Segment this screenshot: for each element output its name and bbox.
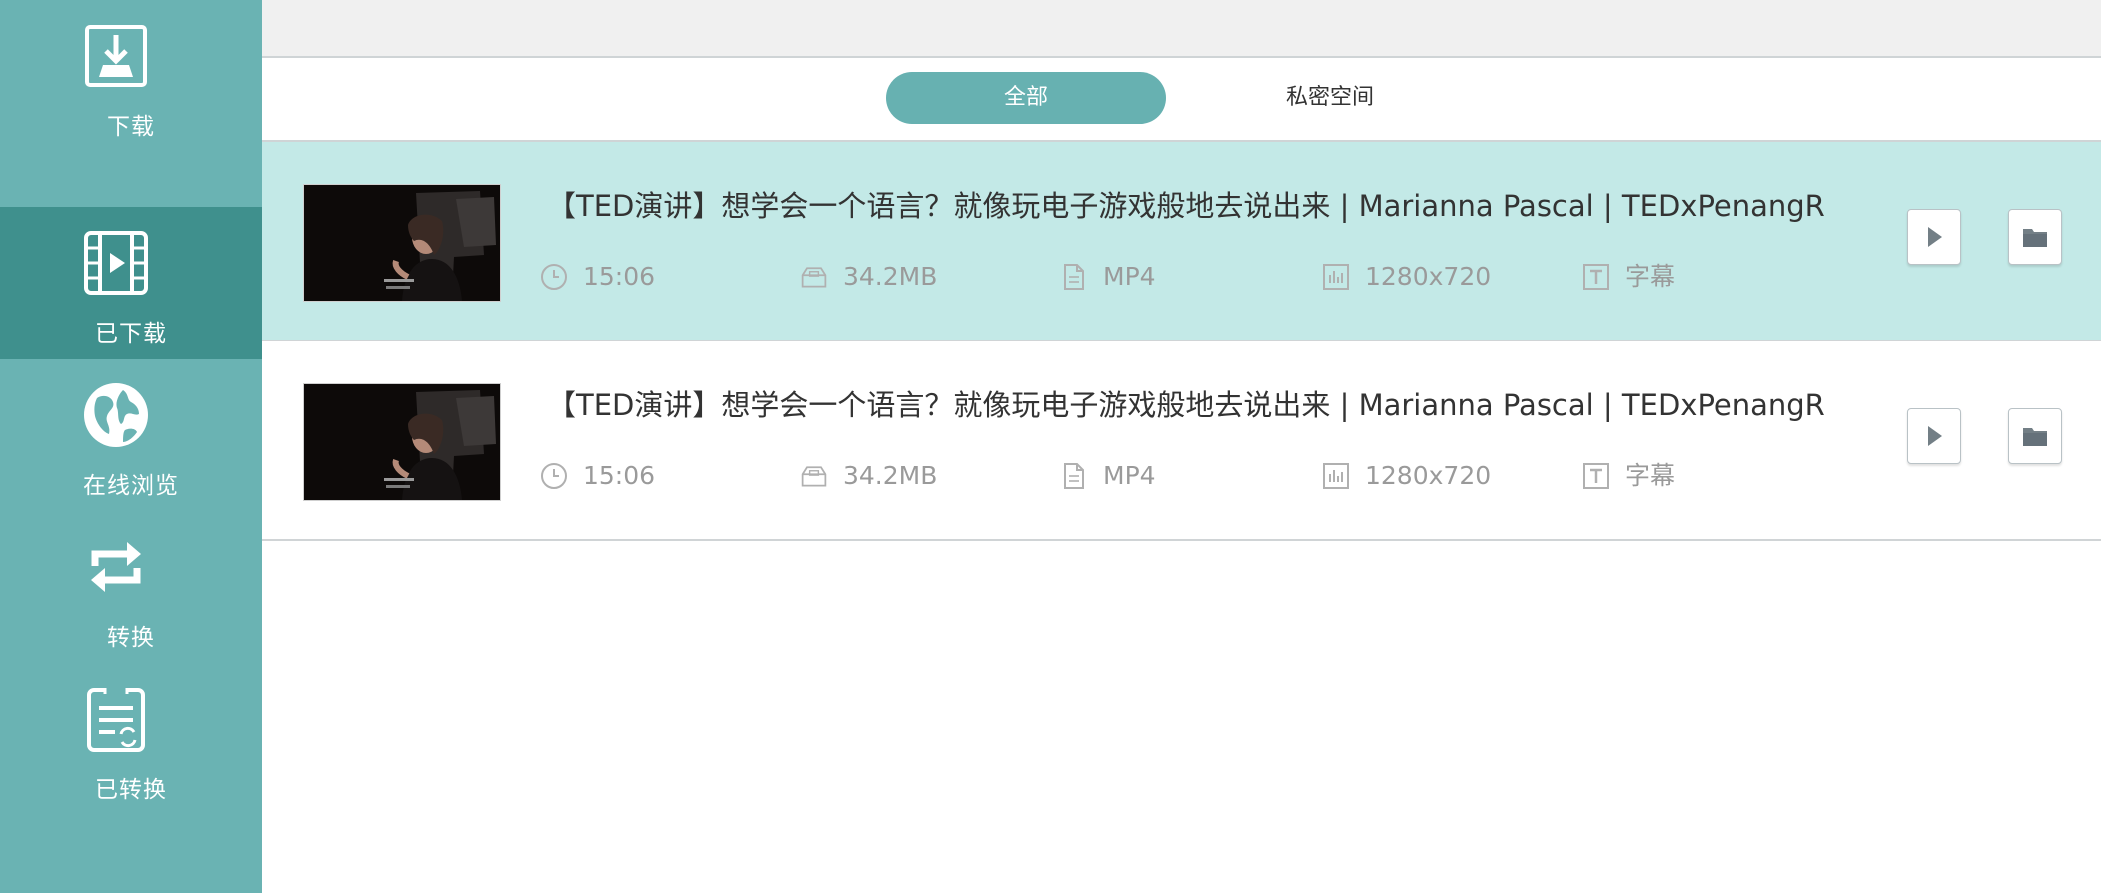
format-text: MP4	[1103, 461, 1156, 490]
format-text: MP4	[1103, 262, 1156, 291]
folder-icon	[2023, 428, 2047, 446]
duration-text: 15:06	[583, 262, 656, 291]
size-text: 34.2MB	[843, 262, 938, 291]
open-folder-button[interactable]	[2008, 209, 2062, 265]
bar-chart-icon	[1323, 264, 1349, 290]
converted-doc-icon	[87, 687, 145, 752]
box-icon	[801, 466, 827, 487]
filter-tabs: 全部 私密空间	[262, 58, 2101, 142]
sidebar-item-label: 已转换	[95, 777, 167, 803]
tab-private-space[interactable]: 私密空间	[1230, 72, 1430, 124]
duration-text: 15:06	[583, 461, 656, 490]
play-button[interactable]	[1907, 408, 1961, 464]
clock-icon	[541, 264, 567, 290]
tab-all[interactable]: 全部	[886, 72, 1166, 124]
play-button[interactable]	[1907, 209, 1961, 265]
box-icon	[801, 267, 827, 288]
clock-icon	[541, 463, 567, 489]
film-icon	[84, 231, 148, 295]
convert-icon	[91, 542, 141, 592]
sidebar: 下载 已下载 在线浏览 转换 已转换	[0, 0, 262, 893]
video-title: 【TED演讲】想学会一个语言？就像玩电子游戏般地去说出来 | Marianna …	[547, 189, 1825, 223]
subtitle-icon	[1583, 264, 1609, 290]
file-icon	[1064, 264, 1084, 290]
video-row[interactable]: 【TED演讲】想学会一个语言？就像玩电子游戏般地去说出来 | Marianna …	[262, 341, 2101, 541]
bar-chart-icon	[1323, 463, 1349, 489]
sidebar-item-browse[interactable]: 在线浏览	[0, 359, 262, 511]
sidebar-item-label: 已下载	[95, 321, 167, 347]
video-title: 【TED演讲】想学会一个语言？就像玩电子游戏般地去说出来 | Marianna …	[547, 388, 1825, 422]
subtitle-icon	[1583, 463, 1609, 489]
resolution-text: 1280x720	[1365, 461, 1492, 490]
subtitle-text: 字幕	[1625, 262, 1676, 291]
play-icon	[1928, 426, 1942, 446]
sidebar-item-label: 在线浏览	[83, 473, 179, 499]
size-text: 34.2MB	[843, 461, 938, 490]
sidebar-item-label: 下载	[107, 114, 155, 140]
sidebar-item-download[interactable]: 下载	[0, 0, 262, 152]
play-icon	[1928, 227, 1942, 247]
sidebar-item-convert[interactable]: 转换	[0, 511, 262, 663]
video-thumbnail	[303, 383, 501, 501]
top-bar	[262, 0, 2101, 58]
sidebar-item-label: 转换	[107, 625, 155, 651]
sidebar-item-downloaded[interactable]: 已下载	[0, 207, 262, 359]
sidebar-item-converted[interactable]: 已转换	[0, 663, 262, 815]
video-row[interactable]: 【TED演讲】想学会一个语言？就像玩电子游戏般地去说出来 | Marianna …	[262, 142, 2101, 342]
download-icon	[85, 25, 147, 87]
file-icon	[1064, 463, 1084, 489]
open-folder-button[interactable]	[2008, 408, 2062, 464]
folder-icon	[2023, 229, 2047, 247]
globe-icon	[84, 383, 148, 447]
video-thumbnail	[303, 184, 501, 302]
subtitle-text: 字幕	[1625, 461, 1676, 490]
resolution-text: 1280x720	[1365, 262, 1492, 291]
